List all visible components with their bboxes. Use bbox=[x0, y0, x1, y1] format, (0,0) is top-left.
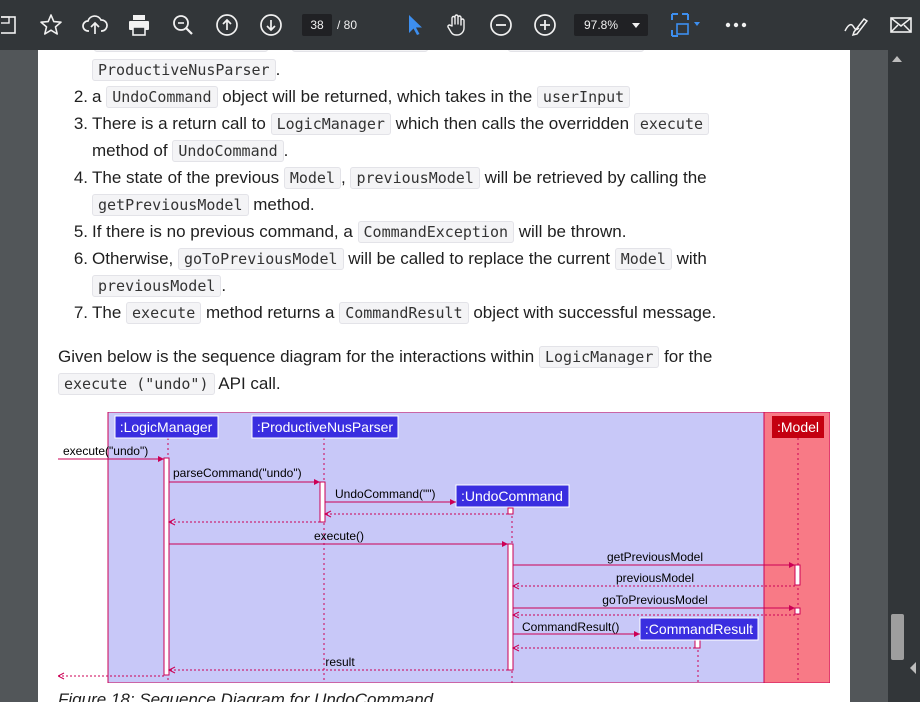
pdf-toolbar: 38 / 80 97.8% bbox=[0, 0, 920, 50]
activation-bar bbox=[319, 481, 326, 523]
fit-page-icon[interactable] bbox=[666, 0, 706, 50]
message-label: result bbox=[325, 655, 355, 669]
paragraph-line: Given below is the sequence diagram for … bbox=[58, 346, 713, 368]
save-icon[interactable] bbox=[0, 0, 20, 50]
zoom-out-icon[interactable] bbox=[486, 0, 516, 50]
participant-label: :CommandResult bbox=[645, 621, 753, 637]
document-viewer[interactable]: ProductiveNusParser. 2. a UndoCommand ob… bbox=[0, 50, 888, 702]
message-label: execute("undo") bbox=[63, 444, 148, 458]
bookmark-star-icon[interactable] bbox=[36, 0, 66, 50]
activation-bar bbox=[163, 457, 170, 676]
zoom-search-icon[interactable] bbox=[168, 0, 198, 50]
scroll-up-arrow-icon[interactable] bbox=[892, 56, 902, 62]
message-label: execute() bbox=[314, 529, 364, 543]
activation-bar bbox=[794, 564, 801, 586]
hand-pan-icon[interactable] bbox=[442, 0, 472, 50]
activation-bar bbox=[794, 607, 801, 615]
message-label: CommandResult() bbox=[522, 620, 619, 634]
message-label: parseCommand("undo") bbox=[173, 466, 302, 480]
zoom-in-icon[interactable] bbox=[530, 0, 560, 50]
figure-caption: Figure 18: Sequence Diagram for UndoComm… bbox=[58, 690, 434, 702]
activation-bar bbox=[694, 639, 701, 649]
sign-pen-icon[interactable] bbox=[840, 0, 870, 50]
select-cursor-icon[interactable] bbox=[400, 0, 428, 50]
collapse-panel-arrow-icon[interactable] bbox=[910, 662, 916, 674]
chevron-down-icon bbox=[632, 23, 640, 28]
message-label: getPreviousModel bbox=[607, 550, 703, 564]
zoom-level-select[interactable]: 97.8% bbox=[574, 14, 648, 36]
message-label: goToPreviousModel bbox=[602, 593, 707, 607]
message-label: UndoCommand("") bbox=[335, 487, 436, 501]
participant-label: :ProductiveNusParser bbox=[257, 419, 394, 435]
page-down-icon[interactable] bbox=[256, 0, 286, 50]
more-dots-icon[interactable] bbox=[722, 0, 750, 50]
activation-bar bbox=[507, 507, 514, 515]
activation-bar bbox=[507, 543, 514, 671]
logic-component-frame bbox=[107, 412, 765, 683]
model-component-frame bbox=[763, 412, 830, 683]
page-up-icon[interactable] bbox=[212, 0, 242, 50]
message-label: previousModel bbox=[616, 571, 694, 585]
page-total-label: / 80 bbox=[337, 18, 358, 32]
upload-cloud-icon[interactable] bbox=[80, 0, 110, 50]
clipped-text-row bbox=[94, 50, 654, 52]
page-number-input[interactable]: 38 bbox=[302, 14, 332, 36]
scrollbar-thumb[interactable] bbox=[891, 614, 904, 660]
participant-label: :LogicManager bbox=[120, 419, 213, 435]
pdf-page: ProductiveNusParser. 2. a UndoCommand ob… bbox=[38, 50, 850, 702]
email-icon[interactable] bbox=[886, 0, 916, 50]
participant-label: :Model bbox=[777, 419, 819, 435]
list-item-continuation: ProductiveNusParser. bbox=[92, 56, 280, 83]
zoom-level-value: 97.8% bbox=[584, 18, 619, 32]
sequence-diagram: :LogicManager :ProductiveNusParser :Mode… bbox=[58, 412, 830, 683]
print-icon[interactable] bbox=[124, 0, 154, 50]
paragraph-line: execute ("undo") API call. bbox=[58, 370, 281, 397]
participant-label: :UndoCommand bbox=[461, 488, 563, 504]
vertical-scrollbar[interactable] bbox=[888, 50, 920, 702]
